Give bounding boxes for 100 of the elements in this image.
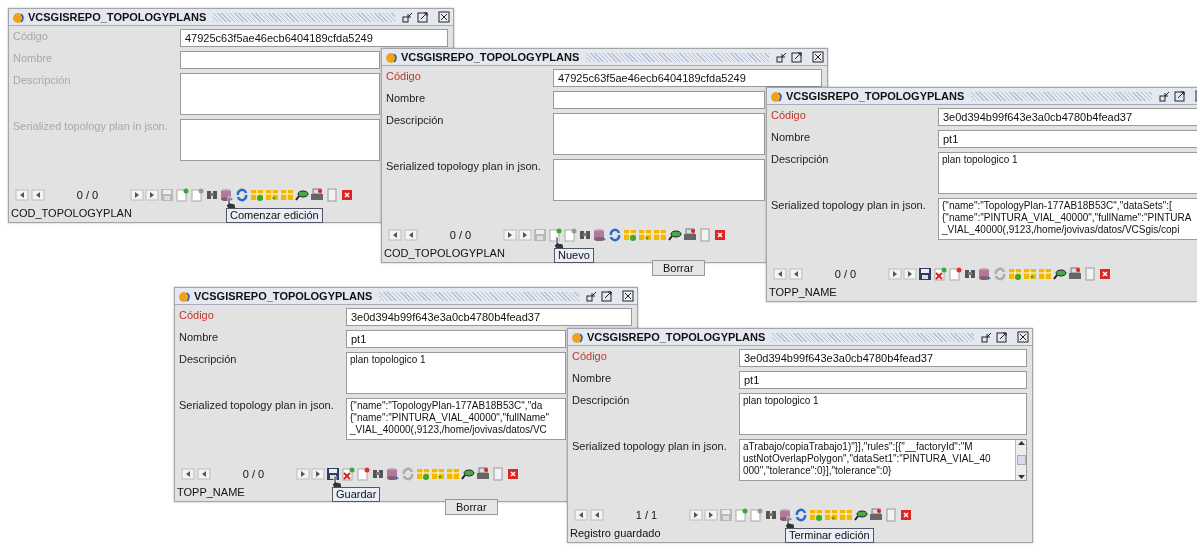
text-field[interactable]: 3e0d394b99f643e3a0cb4780b4fead37 <box>938 108 1197 126</box>
close-icon[interactable] <box>1017 331 1029 343</box>
field-label: Nombre <box>13 51 54 65</box>
app-logo-icon <box>770 89 783 103</box>
text-line: plan topologico 1 <box>942 154 1018 166</box>
delete-page-icon[interactable] <box>749 508 763 522</box>
database-icon[interactable] <box>978 267 992 281</box>
borrar-button[interactable]: Borrar <box>445 499 498 515</box>
text-area[interactable] <box>553 113 765 155</box>
text-area[interactable]: plan topologico 1 <box>739 393 1027 435</box>
up-arrow-icon[interactable] <box>1016 440 1026 446</box>
minimize-icon[interactable] <box>586 290 598 302</box>
text-field[interactable] <box>553 91 765 109</box>
text-line: plan topologico 1 <box>350 354 426 366</box>
field-label: Código <box>771 108 807 122</box>
magnifier-icon[interactable] <box>1053 267 1067 281</box>
delete-page-icon[interactable] <box>190 188 204 202</box>
delete-page-icon[interactable] <box>948 267 962 281</box>
refresh-icon[interactable] <box>235 188 249 202</box>
record-counter: 1 / 1 <box>634 507 659 523</box>
field-label: Serialized topology plan in json. <box>572 439 728 453</box>
magnifier-icon[interactable] <box>461 467 475 481</box>
binoculars-icon[interactable] <box>578 228 592 242</box>
text-field[interactable]: pt1 <box>739 371 1027 389</box>
field-label: Código <box>386 69 422 83</box>
new-page-icon[interactable] <box>341 467 355 481</box>
text-area[interactable] <box>180 73 380 115</box>
record-counter: 0 / 0 <box>75 187 100 203</box>
new-page-icon[interactable] <box>734 508 748 522</box>
field-label: Código <box>13 29 49 43</box>
scrollbar[interactable] <box>1015 440 1026 480</box>
app-logo-icon <box>178 289 191 303</box>
field-label: Serialized topology plan in json. <box>771 198 927 212</box>
tooltip: Guardar <box>332 487 381 502</box>
minimize-icon[interactable] <box>402 11 414 23</box>
status-text: COD_TOPOLOGYPLAN <box>383 246 505 260</box>
field-label: Código <box>572 349 608 363</box>
status-text: COD_TOPOLOGYPLAN <box>10 206 132 220</box>
printer-icon[interactable] <box>869 508 883 522</box>
close-icon[interactable] <box>622 290 634 302</box>
field-label: Descripción <box>771 152 830 166</box>
printer-icon[interactable] <box>476 467 490 481</box>
field-label: Descripción <box>179 352 238 366</box>
magnifier-icon[interactable] <box>854 508 868 522</box>
text-line: {"name":"PINTURA_VIAL_40000","fullName":"PINTURA <box>942 212 1192 224</box>
delete-page-icon[interactable] <box>563 228 577 242</box>
database-icon[interactable] <box>386 467 400 481</box>
text-field[interactable]: 47925c63f5ae46ecb6404189cfda5249 <box>553 69 822 87</box>
text-line: aTrabajo/copiaTrabajo1)"}],"rules":[{"__factoryId":"M <box>743 441 973 453</box>
record-counter: 0 / 0 <box>241 466 266 482</box>
new-page-icon[interactable] <box>933 267 947 281</box>
window-title: VCSGISREPO_TOPOLOGYPLANS <box>587 329 766 345</box>
database-icon[interactable] <box>593 228 607 242</box>
text-area[interactable]: {"name":"TopologyPlan-177AB18B53C","dataSets":[ {"name":"PINTURA_VIAL_40000","fullName":"PINTURA _VIAL_40000(,9123,/home/jovivas/datos/VCSgis/copi <box>938 198 1197 240</box>
text-area[interactable]: aTrabajo/copiaTrabajo1)"}],"rules":[{"__factoryId":"M ustNotOverlapPolygon","dataSet1":"PINTURA_VIAL_40 000","tolerance":0}],"tolerance":0} <box>739 439 1027 481</box>
text-line: {"name":"TopologyPlan-177AB18B53C","dataSets":[ <box>942 200 1172 212</box>
text-area[interactable] <box>180 119 380 161</box>
text-area[interactable] <box>553 159 765 201</box>
field-label: Serialized topology plan in json. <box>386 159 542 173</box>
text-line: {"name":"PINTURA_VIAL_40000","fullName" <box>350 412 550 424</box>
text-field[interactable] <box>180 51 380 69</box>
delete-page-icon[interactable] <box>356 467 370 481</box>
maximize-icon[interactable] <box>791 51 803 63</box>
magnifier-icon[interactable] <box>295 188 309 202</box>
minimize-icon[interactable] <box>776 51 788 63</box>
text-field[interactable]: 3e0d394b99f643e3a0cb4780b4fead37 <box>739 349 1027 367</box>
binoculars-icon[interactable] <box>764 508 778 522</box>
text-area[interactable]: plan topologico 1 <box>346 352 566 394</box>
binoculars-icon[interactable] <box>371 467 385 481</box>
tooltip: Terminar edición <box>785 528 874 543</box>
printer-icon[interactable] <box>683 228 697 242</box>
borrar-button[interactable]: Borrar <box>652 260 705 276</box>
new-page-icon[interactable] <box>175 188 189 202</box>
refresh-icon[interactable] <box>794 508 808 522</box>
down-arrow-icon[interactable] <box>1016 474 1026 480</box>
close-icon[interactable] <box>438 11 450 23</box>
field-label: Código <box>179 308 215 322</box>
text-field[interactable]: 3e0d394b99f643e3a0cb4780b4fead37 <box>346 308 632 326</box>
minimize-icon[interactable] <box>1159 90 1171 102</box>
field-label: Descripción <box>13 73 72 87</box>
text-field[interactable]: pt1 <box>346 330 566 348</box>
printer-icon[interactable] <box>1068 267 1082 281</box>
maximize-icon[interactable] <box>417 11 429 23</box>
maximize-icon[interactable] <box>1174 90 1186 102</box>
text-field[interactable]: 47925c63f5ae46ecb6404189cfda5249 <box>180 29 448 47</box>
text-line: ustNotOverlapPolygon","dataSet1":"PINTURA_VIAL_40 <box>743 453 991 465</box>
text-area[interactable]: {"name":"TopologyPlan-177AB18B53C","da {"name":"PINTURA_VIAL_40000","fullName" _VIAL_40000(,9123,/home/jovivas/datos/VC <box>346 398 566 440</box>
status-text: Registro guardado <box>569 526 661 540</box>
maximize-icon[interactable] <box>601 290 613 302</box>
window-title: VCSGISREPO_TOPOLOGYPLANS <box>28 9 207 25</box>
maximize-icon[interactable] <box>996 331 1008 343</box>
printer-icon[interactable] <box>310 188 324 202</box>
text-field[interactable]: pt1 <box>938 130 1197 148</box>
magnifier-icon[interactable] <box>668 228 682 242</box>
binoculars-icon[interactable] <box>205 188 219 202</box>
close-icon[interactable] <box>812 51 824 63</box>
text-area[interactable]: plan topologico 1 <box>938 152 1197 194</box>
minimize-icon[interactable] <box>981 331 993 343</box>
refresh-icon[interactable] <box>608 228 622 242</box>
binoculars-icon[interactable] <box>963 267 977 281</box>
